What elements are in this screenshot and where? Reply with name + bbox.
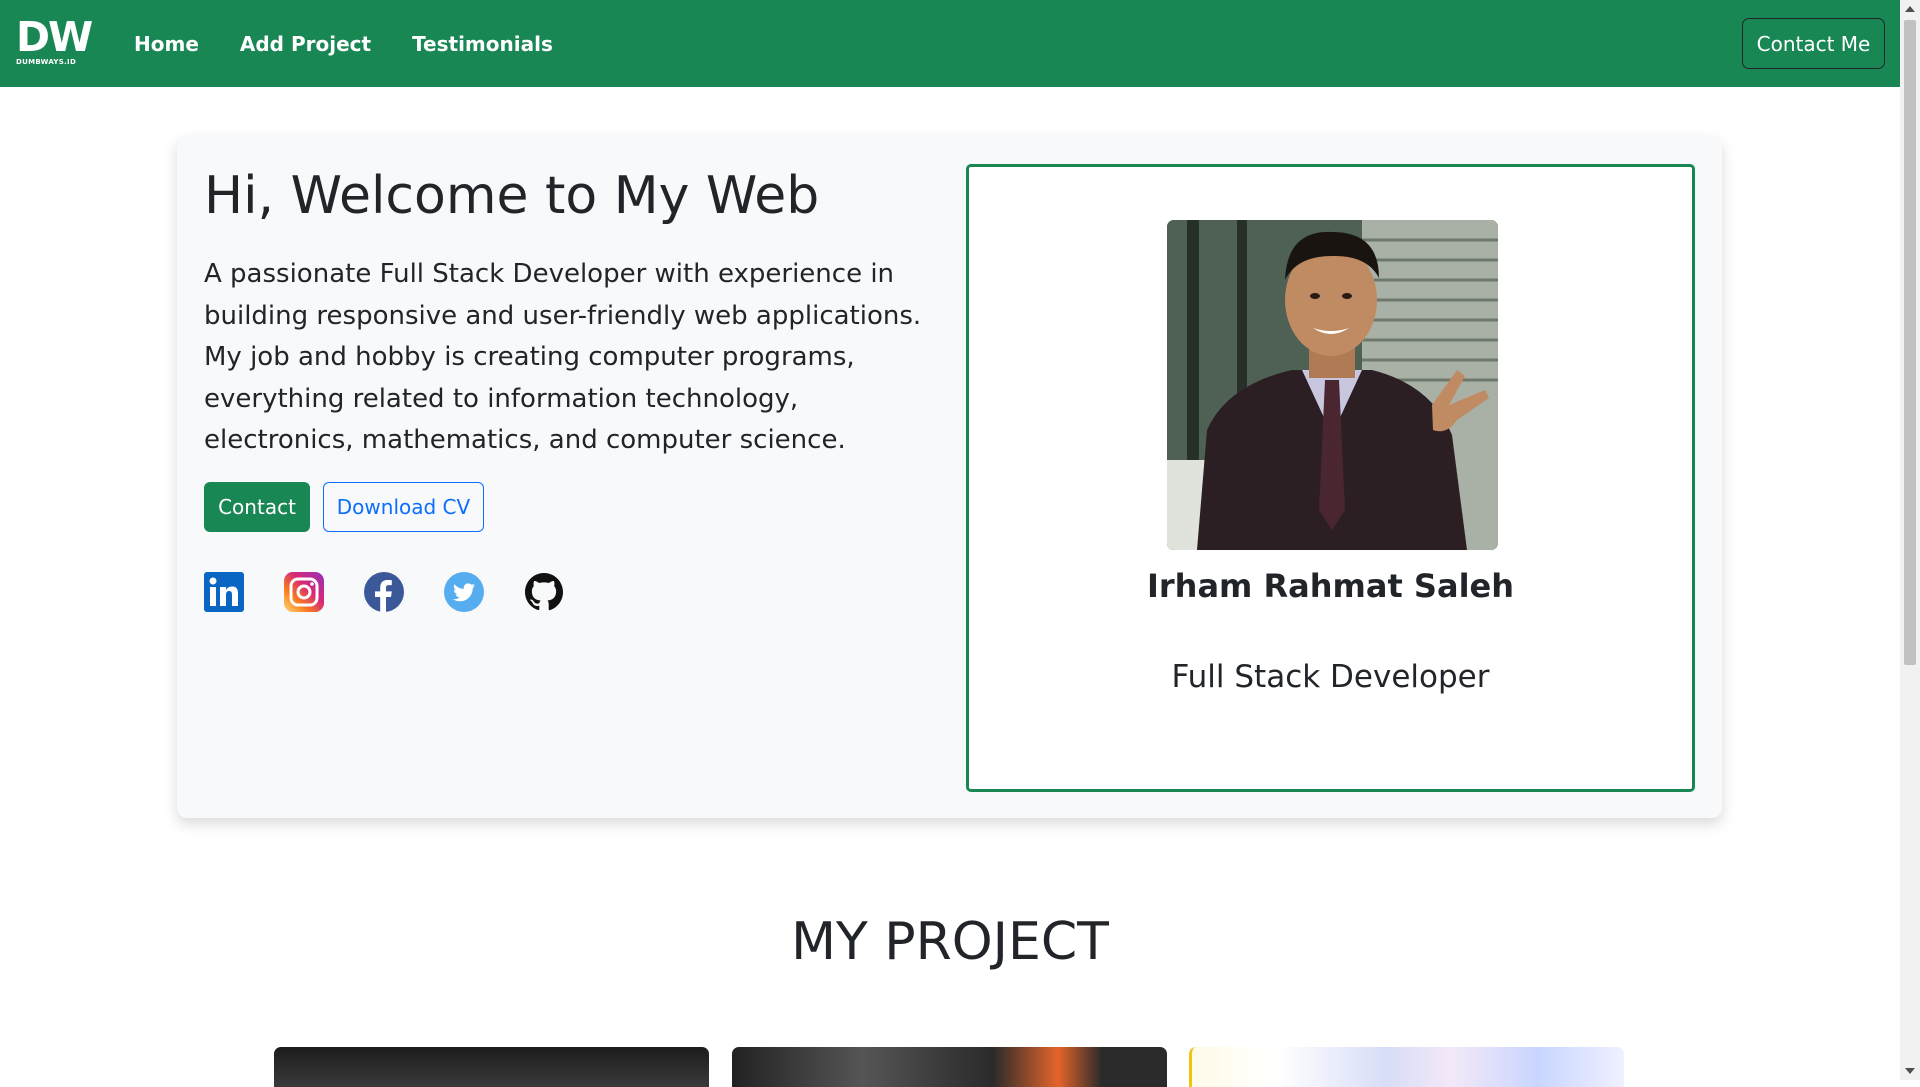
profile-card: Irham Rahmat Saleh Full Stack Developer	[966, 164, 1695, 792]
contact-me-button[interactable]: Contact Me	[1742, 18, 1885, 69]
nav-links: Home Add Project Testimonials	[134, 0, 553, 87]
my-project-heading: MY PROJECT	[791, 912, 1109, 972]
profile-photo-illustration	[1167, 220, 1498, 550]
dumbways-logo[interactable]: DW DUMBWAYS.ID	[16, 13, 93, 68]
scroll-up-arrow-icon[interactable]	[1905, 6, 1915, 12]
hero-description: A passionate Full Stack Developer with e…	[204, 259, 922, 455]
twitter-icon[interactable]	[444, 572, 484, 612]
hero-title: Hi, Welcome to My Web	[204, 166, 820, 226]
nav-home[interactable]: Home	[134, 32, 199, 56]
instagram-icon[interactable]	[284, 572, 324, 612]
linkedin-icon[interactable]	[204, 572, 244, 612]
project-card-image[interactable]	[274, 1047, 709, 1087]
facebook-icon[interactable]	[364, 572, 404, 612]
profile-name: Irham Rahmat Saleh	[1146, 567, 1515, 605]
logo-mark: DW	[16, 13, 93, 61]
vertical-scrollbar[interactable]	[1900, 0, 1920, 1080]
navbar: DW DUMBWAYS.ID Home Add Project Testimon…	[0, 0, 1900, 87]
hero-buttons: Contact Download CV	[204, 482, 484, 532]
scroll-down-arrow-icon[interactable]	[1905, 1068, 1915, 1074]
contact-button[interactable]: Contact	[204, 482, 310, 532]
logo-subtitle: DUMBWAYS.ID	[16, 58, 77, 66]
profile-role: Full Stack Developer	[1171, 659, 1490, 695]
scrollbar-thumb[interactable]	[1904, 20, 1916, 665]
profile-photo	[1167, 220, 1498, 550]
project-card-image[interactable]	[1189, 1047, 1624, 1087]
download-cv-button[interactable]: Download CV	[323, 482, 484, 532]
nav-add-project[interactable]: Add Project	[240, 32, 371, 56]
social-links	[204, 572, 564, 612]
nav-testimonials[interactable]: Testimonials	[412, 32, 553, 56]
github-icon[interactable]	[524, 572, 564, 612]
hero-card: Hi, Welcome to My Web A passionate Full …	[177, 136, 1722, 818]
project-card-image[interactable]	[732, 1047, 1167, 1087]
